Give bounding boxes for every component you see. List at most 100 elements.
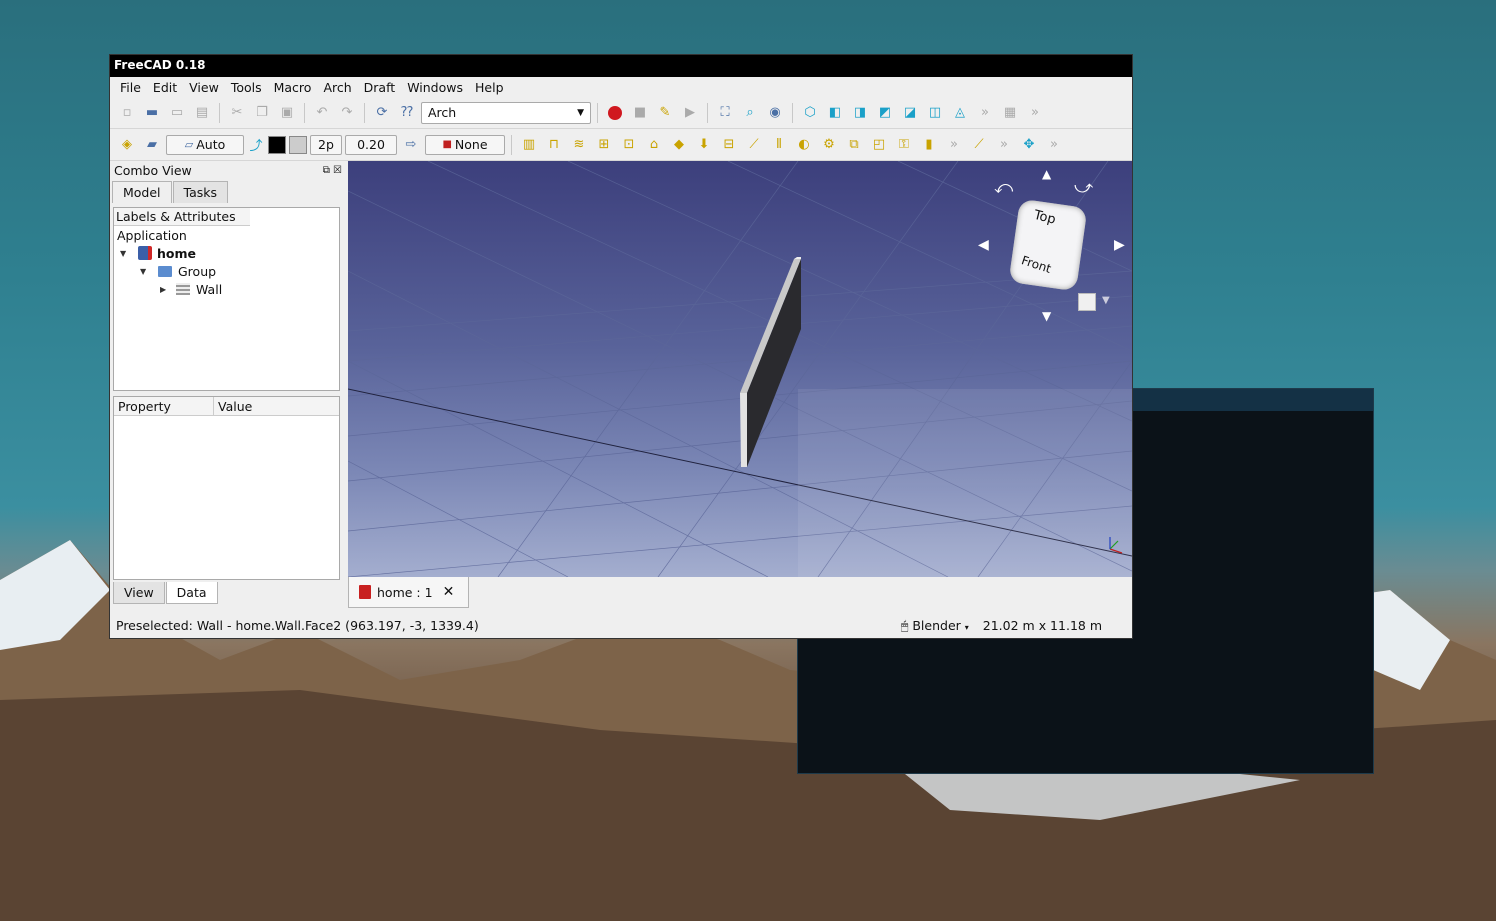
macro-edit-icon[interactable]: ✎ (654, 102, 676, 124)
stairs-tool-icon[interactable]: ⊡ (618, 134, 640, 156)
new-document-icon[interactable]: ▫ (116, 102, 138, 124)
save-icon[interactable]: ▭ (166, 102, 188, 124)
left-view-icon[interactable]: ◬ (949, 102, 971, 124)
cut-plane-tool-icon[interactable]: ⚿ (893, 134, 915, 156)
frame-tool-icon[interactable]: ⊟ (718, 134, 740, 156)
3d-viewport[interactable]: ⤺ ⤻ ▲ ◀ ▶ ▼ Top Front ▼ (348, 161, 1132, 577)
menu-view[interactable]: View (183, 80, 225, 95)
menu-tools[interactable]: Tools (225, 80, 268, 95)
chevron-down-icon[interactable]: ▼ (1102, 295, 1110, 306)
schedule-tool-icon[interactable]: ▮ (918, 134, 940, 156)
close-icon[interactable]: ☒ (333, 165, 342, 176)
arrow-down-icon[interactable]: ▼ (1042, 309, 1051, 323)
arrow-up-icon[interactable]: ▲ (1042, 167, 1051, 181)
paste-icon[interactable]: ▣ (276, 102, 298, 124)
front-view-icon[interactable]: ◧ (824, 102, 846, 124)
pipe-tool-icon[interactable]: ⫴ (768, 134, 790, 156)
menu-help[interactable]: Help (469, 80, 510, 95)
collapse-arrow-icon[interactable]: ▶ (160, 285, 170, 294)
tree-item-application[interactable]: Application (114, 226, 339, 244)
fit-all-icon[interactable]: ⛶ (714, 102, 736, 124)
arrow-right-icon[interactable]: ▶ (1114, 237, 1125, 253)
space-tool-icon[interactable]: ◰ (868, 134, 890, 156)
tab-model[interactable]: Model (112, 181, 172, 203)
model-tree[interactable]: Labels & Attributes Application ▼ home ▼… (113, 207, 340, 391)
apply-style-icon[interactable]: ⇨ (400, 134, 422, 156)
rear-view-icon[interactable]: ◪ (899, 102, 921, 124)
print-icon[interactable]: ▤ (191, 102, 213, 124)
fence-tool-icon[interactable]: ⟋ (743, 134, 765, 156)
tree-column-header[interactable]: Labels & Attributes (114, 208, 250, 226)
cut-icon[interactable]: ✂ (226, 102, 248, 124)
run-macro-icon[interactable]: ▶ (679, 102, 701, 124)
whats-this-icon[interactable]: ⁇ (396, 102, 418, 124)
bottom-view-icon[interactable]: ◫ (924, 102, 946, 124)
redo-icon[interactable]: ↷ (336, 102, 358, 124)
zoom-icon[interactable]: ⌕ (739, 102, 761, 124)
rebar-tool-icon[interactable]: ≋ (568, 134, 590, 156)
move-icon[interactable]: ✥ (1018, 134, 1040, 156)
tab-view[interactable]: View (113, 582, 165, 604)
stop-macro-icon[interactable]: ■ (629, 102, 651, 124)
view-menu-cube-icon[interactable] (1078, 293, 1096, 311)
working-plane-button[interactable]: ▱ Auto (166, 134, 244, 155)
floor-tool-icon[interactable]: ⧉ (843, 134, 865, 156)
building-tool-icon[interactable]: ⚙ (818, 134, 840, 156)
value-column-header[interactable]: Value (214, 397, 339, 415)
autogroup-button[interactable]: ■ None (425, 134, 505, 155)
rotate-left-arrow-icon[interactable]: ⤺ (994, 177, 1013, 198)
menu-file[interactable]: File (114, 80, 147, 95)
menu-draft[interactable]: Draft (358, 80, 402, 95)
open-icon[interactable]: ▬ (141, 102, 163, 124)
construction-toggle-icon[interactable]: ⤴ (247, 134, 265, 156)
navcube-top-face[interactable]: Top (1032, 208, 1057, 228)
toolbar-overflow-icon[interactable]: » (1043, 134, 1065, 156)
expand-arrow-icon[interactable]: ▼ (140, 267, 150, 276)
face-color-swatch[interactable] (289, 135, 307, 154)
rotate-right-arrow-icon[interactable]: ⤻ (1074, 177, 1093, 198)
line-width-spinner[interactable]: 2p (310, 134, 342, 155)
property-editor[interactable]: Property Value (113, 396, 340, 580)
measure-icon[interactable]: ⟋ (968, 134, 990, 156)
toolbar-overflow-icon[interactable]: » (993, 134, 1015, 156)
freecad-window[interactable]: FreeCAD 0.18 File Edit View Tools Macro … (109, 54, 1133, 639)
toolbar-overflow-icon[interactable]: » (974, 102, 996, 124)
float-icon[interactable]: ⧉ (323, 165, 330, 176)
roof-tool-icon[interactable]: ⌂ (643, 134, 665, 156)
menu-edit[interactable]: Edit (147, 80, 183, 95)
equipment-tool-icon[interactable]: ⬇ (693, 134, 715, 156)
menu-arch[interactable]: Arch (317, 80, 357, 95)
menu-macro[interactable]: Macro (268, 80, 318, 95)
document-tab-home[interactable]: home : 1 ✕ (348, 577, 469, 608)
line-color-swatch[interactable] (268, 135, 286, 154)
tree-item-home[interactable]: ▼ home (114, 244, 339, 262)
copy-icon[interactable]: ❐ (251, 102, 273, 124)
font-size-spinner[interactable]: 0.20 (345, 134, 397, 155)
top-view-icon[interactable]: ◨ (849, 102, 871, 124)
draw-style-icon[interactable]: ◉ (764, 102, 786, 124)
close-icon[interactable]: ✕ (443, 584, 455, 600)
arrow-left-icon[interactable]: ◀ (978, 237, 989, 253)
window-tool-icon[interactable]: ⊞ (593, 134, 615, 156)
grid-icon[interactable]: ▦ (999, 102, 1021, 124)
workbench-selector[interactable]: Arch ▼ (421, 101, 591, 124)
construction-mode-icon[interactable]: ◈ (116, 134, 138, 156)
navigation-cube[interactable]: ⤺ ⤻ ▲ ◀ ▶ ▼ Top Front ▼ (978, 167, 1128, 327)
wall-tool-icon[interactable]: ▥ (518, 134, 540, 156)
undo-icon[interactable]: ↶ (311, 102, 333, 124)
navcube-front-face[interactable]: Front (1020, 253, 1053, 276)
property-column-header[interactable]: Property (114, 397, 214, 415)
site-tool-icon[interactable]: ◐ (793, 134, 815, 156)
toolbar-overflow-icon[interactable]: » (943, 134, 965, 156)
tree-item-group[interactable]: ▼ Group (114, 262, 339, 280)
record-macro-icon[interactable] (604, 102, 626, 124)
toolbar-overflow-icon[interactable]: » (1024, 102, 1046, 124)
panel-tool-icon[interactable]: ◆ (668, 134, 690, 156)
navcube-body[interactable]: Top Front (1008, 198, 1088, 292)
right-view-icon[interactable]: ◩ (874, 102, 896, 124)
navigation-style[interactable]: 🖱 Blender ▾ (901, 618, 969, 634)
tab-data[interactable]: Data (165, 582, 218, 604)
working-plane-icon[interactable]: ▰ (141, 134, 163, 156)
structure-tool-icon[interactable]: ⊓ (543, 134, 565, 156)
menu-windows[interactable]: Windows (401, 80, 469, 95)
